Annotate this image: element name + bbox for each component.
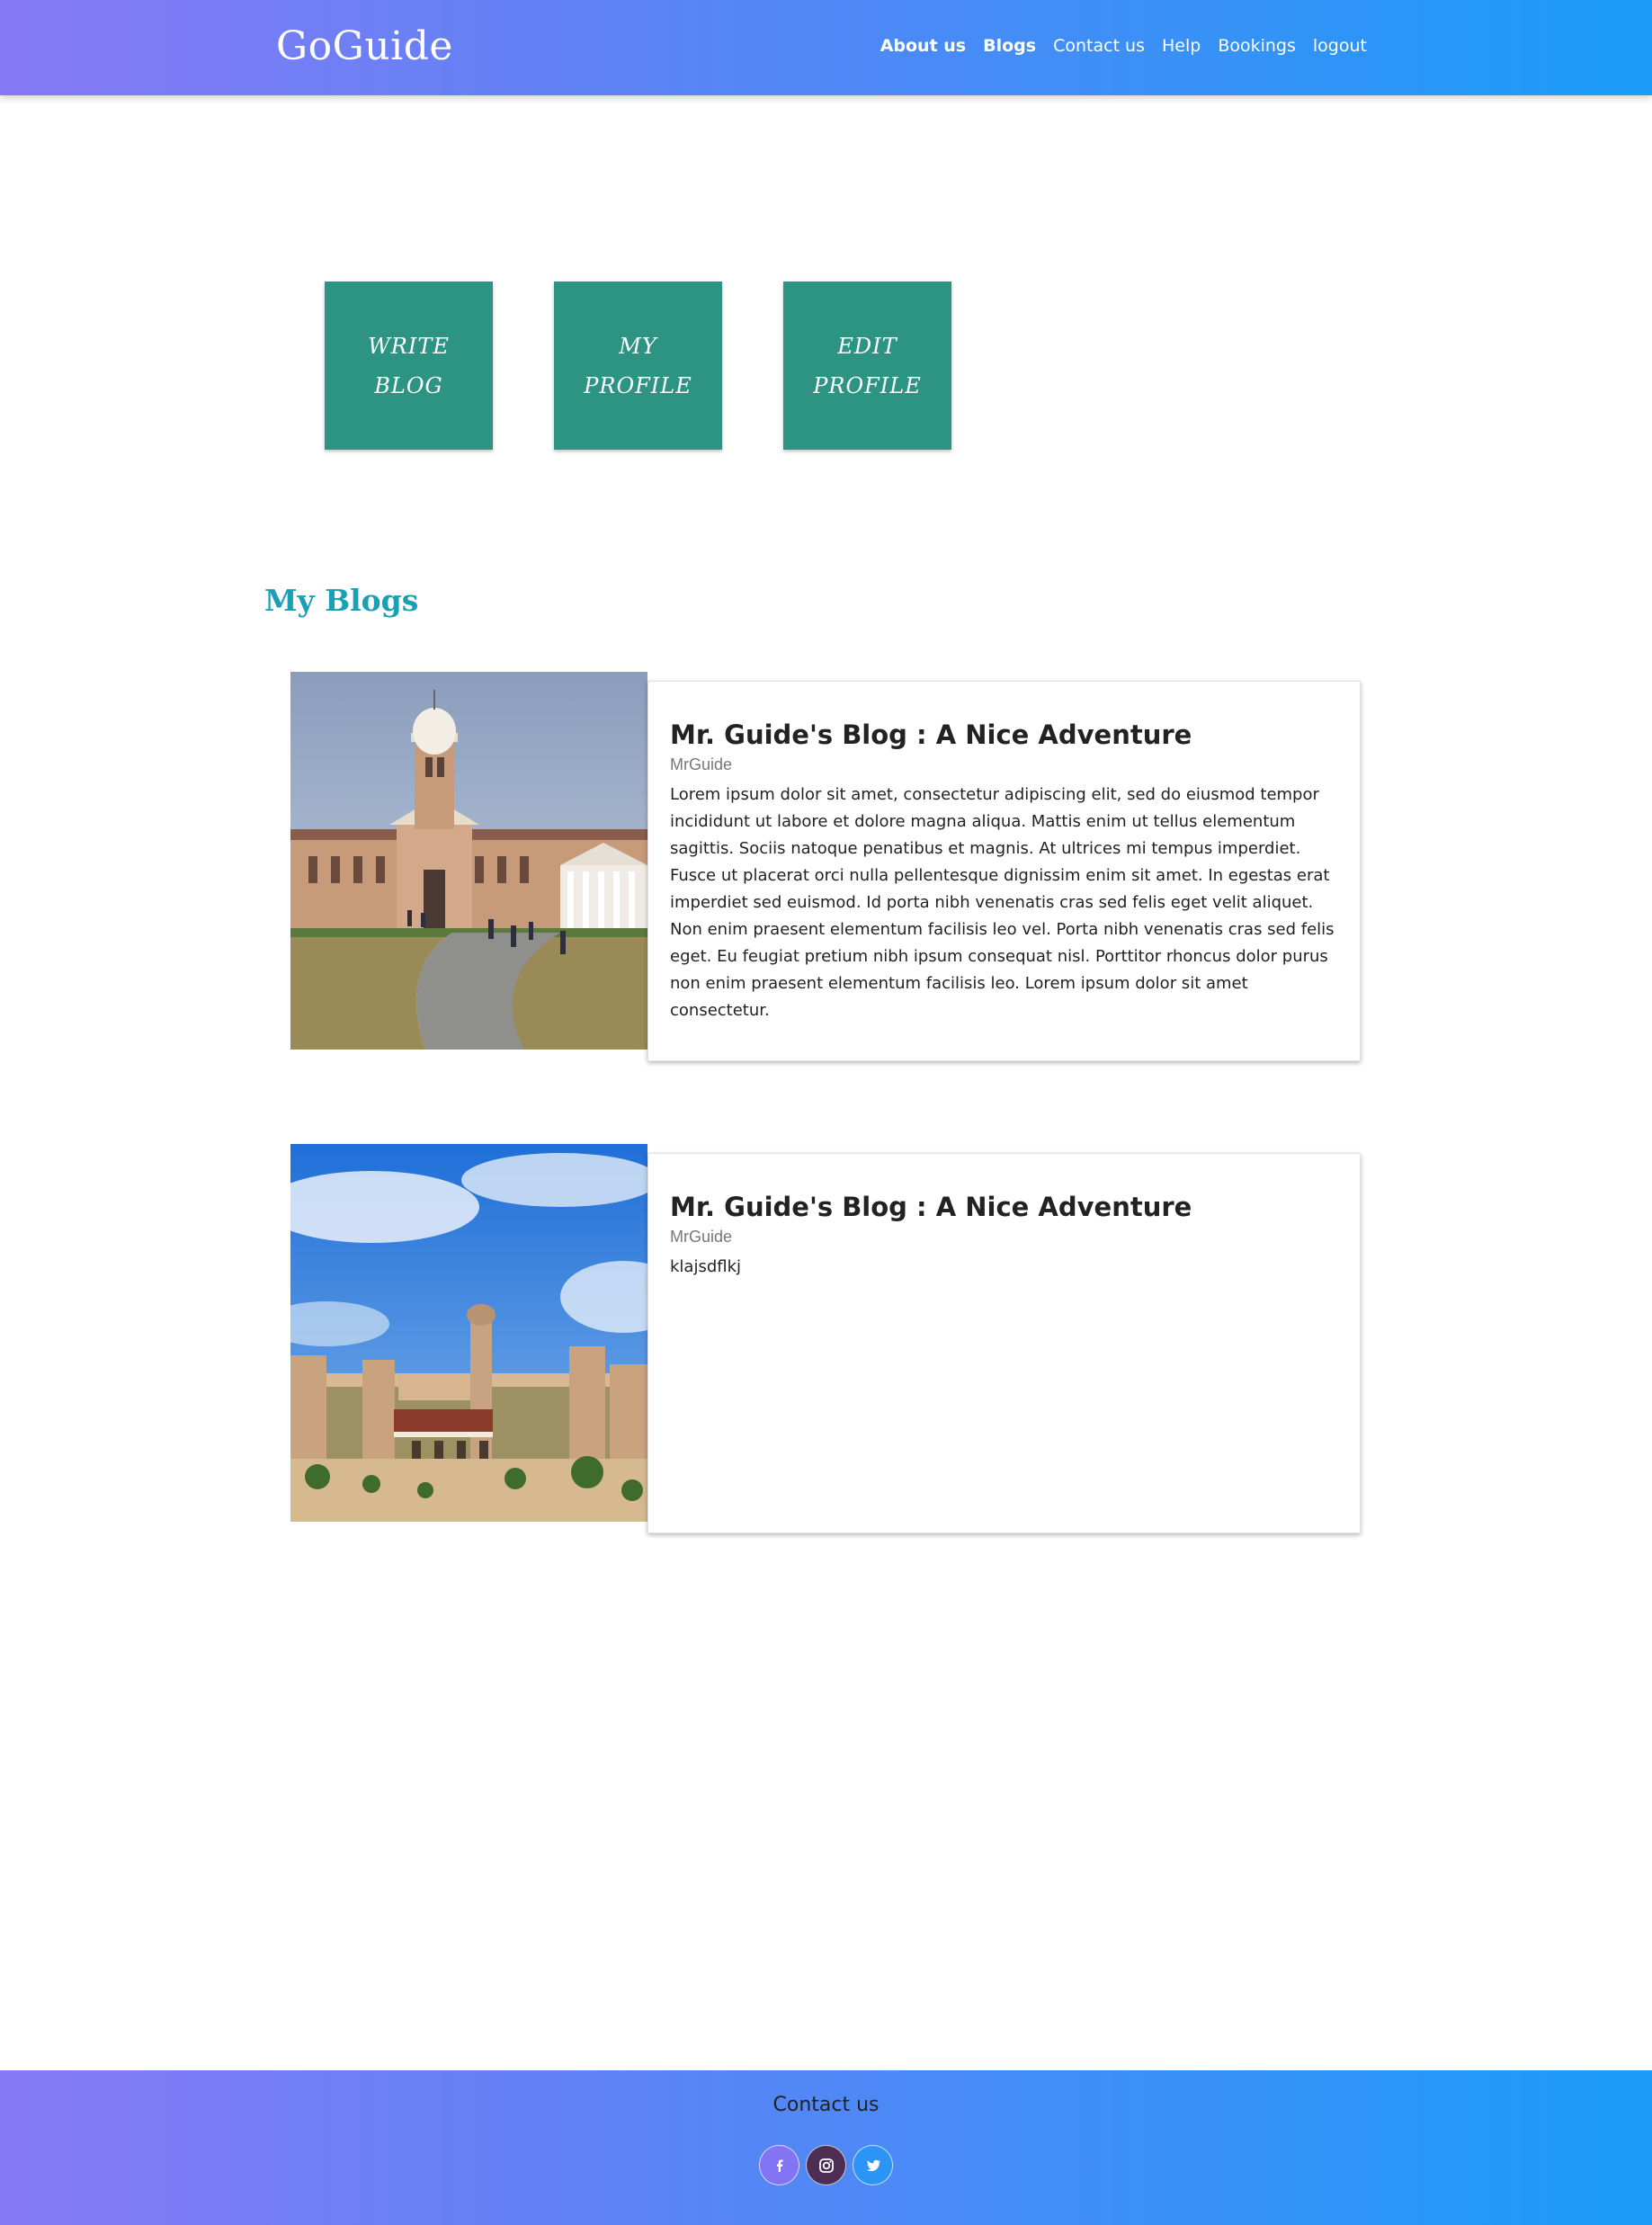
nav-about-us[interactable]: About us bbox=[880, 36, 966, 56]
nav-logout[interactable]: logout bbox=[1313, 36, 1367, 56]
write-blog-button[interactable]: WRITE BLOG bbox=[325, 281, 493, 450]
blog-image[interactable] bbox=[290, 672, 647, 1050]
twitter-icon[interactable] bbox=[853, 2145, 893, 2185]
navbar: GoGuide About us Blogs Contact us Help B… bbox=[0, 0, 1652, 95]
footer: Contact us bbox=[0, 2070, 1652, 2225]
instagram-icon[interactable] bbox=[806, 2145, 846, 2185]
footer-contact-title: Contact us bbox=[772, 2094, 880, 2116]
action-tiles: WRITE BLOG MY PROFILE EDIT PROFILE bbox=[325, 281, 951, 450]
blog-title[interactable]: Mr. Guide's Blog : A Nice Adventure bbox=[670, 719, 1338, 750]
brand-logo[interactable]: GoGuide bbox=[276, 23, 453, 69]
blog-author: MrGuide bbox=[670, 755, 733, 773]
blog-body: klajsdflkj bbox=[670, 1257, 742, 1276]
blog-title[interactable]: Mr. Guide's Blog : A Nice Adventure bbox=[670, 1192, 1338, 1222]
nav-contact-us[interactable]: Contact us bbox=[1053, 36, 1145, 56]
section-title: My Blogs bbox=[264, 583, 419, 618]
nav-links: About us Blogs Contact us Help Bookings … bbox=[880, 36, 1367, 56]
my-profile-button[interactable]: MY PROFILE bbox=[554, 281, 722, 450]
nav-bookings[interactable]: Bookings bbox=[1218, 36, 1296, 56]
nav-help[interactable]: Help bbox=[1162, 36, 1201, 56]
nav-blogs[interactable]: Blogs bbox=[983, 36, 1036, 56]
blog-image[interactable] bbox=[290, 1144, 647, 1522]
edit-profile-button[interactable]: EDIT PROFILE bbox=[783, 281, 951, 450]
blog-author: MrGuide bbox=[670, 1228, 733, 1246]
blog-card[interactable]: Mr. Guide's Blog : A Nice Adventure MrGu… bbox=[647, 1153, 1361, 1533]
blog-card[interactable]: Mr. Guide's Blog : A Nice Adventure MrGu… bbox=[647, 681, 1361, 1061]
facebook-icon[interactable] bbox=[759, 2145, 799, 2185]
blog-body: Lorem ipsum dolor sit amet, consectetur … bbox=[670, 785, 1335, 1020]
social-links bbox=[759, 2145, 893, 2185]
